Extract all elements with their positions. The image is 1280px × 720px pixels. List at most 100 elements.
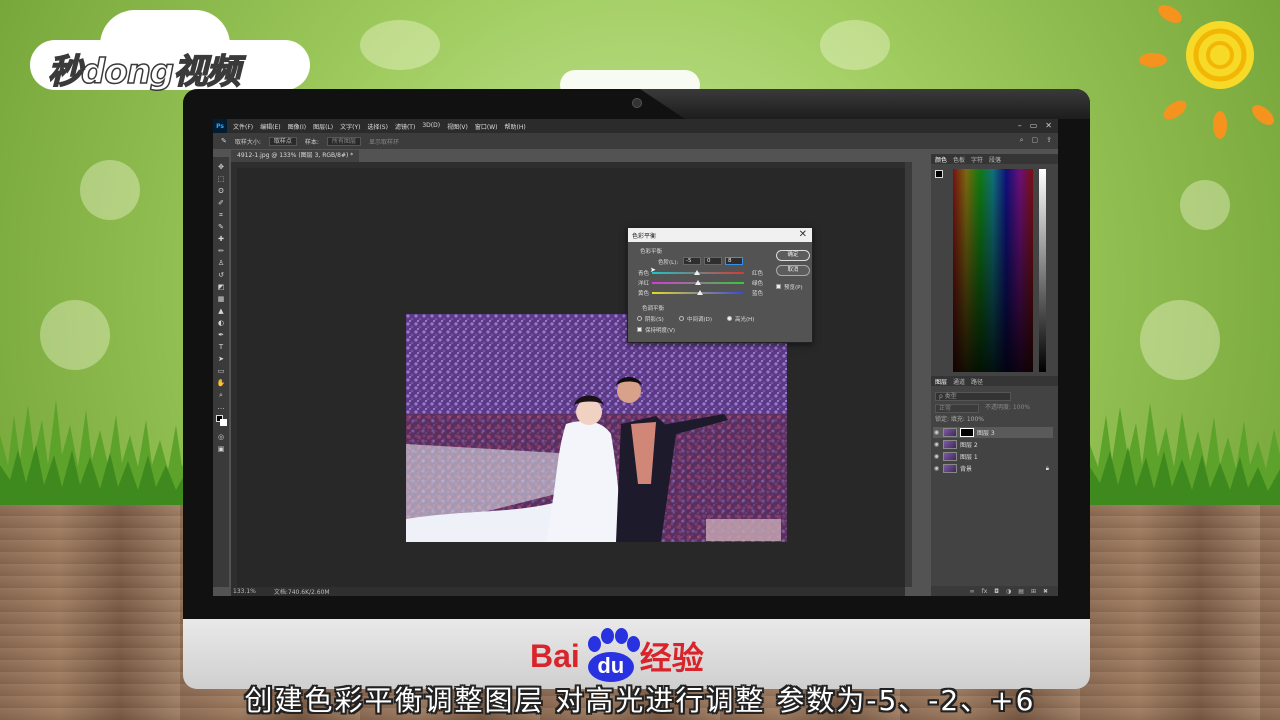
close-icon[interactable]: ✕ xyxy=(1045,121,1052,130)
visibility-eye-icon[interactable]: ◉ xyxy=(933,429,940,436)
tab-layers[interactable]: 图层 xyxy=(935,377,947,386)
menu-view[interactable]: 视图(V) xyxy=(447,122,468,131)
layer-opacity-field[interactable]: 不透明度: 100% xyxy=(985,404,1039,413)
eraser-tool-icon[interactable]: ◩ xyxy=(216,283,226,292)
ok-button[interactable]: 确定 xyxy=(776,250,810,261)
workspace-icon[interactable]: ▢ xyxy=(1032,136,1039,145)
visibility-eye-icon[interactable]: ◉ xyxy=(933,465,940,472)
history-brush-tool-icon[interactable]: ↺ xyxy=(216,271,226,280)
healing-tool-icon[interactable]: ✚ xyxy=(216,235,226,244)
blend-mode-select[interactable]: 正常 xyxy=(935,404,979,413)
gradient-tool-icon[interactable]: ▦ xyxy=(216,295,226,304)
menu-filter[interactable]: 滤镜(T) xyxy=(395,122,415,131)
visibility-eye-icon[interactable]: ◉ xyxy=(933,453,940,460)
link-layers-icon[interactable]: ∞ xyxy=(970,588,975,595)
menu-type[interactable]: 文字(Y) xyxy=(340,122,360,131)
cancel-button[interactable]: 取消 xyxy=(776,265,810,276)
stamp-tool-icon[interactable]: ♙ xyxy=(216,259,226,268)
tab-character[interactable]: 字符 xyxy=(971,155,983,164)
tab-channels[interactable]: 通道 xyxy=(953,377,965,386)
preserve-luminosity-label[interactable]: 保持明度(V) xyxy=(645,326,675,334)
tone-midtones-label[interactable]: 中间调(D) xyxy=(687,315,712,323)
zoom-tool-icon[interactable]: ⌕ xyxy=(216,391,226,400)
layer-row[interactable]: ◉ 图层 2 xyxy=(933,439,1053,450)
background-color-swatch[interactable] xyxy=(220,419,227,426)
shape-tool-icon[interactable]: ▭ xyxy=(216,367,226,376)
zoom-level[interactable]: 133.1% xyxy=(233,588,256,595)
layer-style-icon[interactable]: fx xyxy=(982,588,988,595)
menu-select[interactable]: 选择(S) xyxy=(367,122,388,131)
menu-file[interactable]: 文件(F) xyxy=(233,122,253,131)
blur-tool-icon[interactable]: ▲ xyxy=(216,307,226,316)
show-sampling-ring-checkbox[interactable]: 显示取样环 xyxy=(369,137,399,146)
trash-icon[interactable]: ✖ xyxy=(1043,588,1048,595)
eyedropper-tool-icon[interactable]: ✎ xyxy=(216,223,226,232)
wedding-photo xyxy=(406,314,787,542)
search-icon[interactable]: ⌕ xyxy=(1020,136,1024,145)
tone-midtones-radio[interactable] xyxy=(679,316,684,321)
document-info[interactable]: 文档:740.6K/2.60M xyxy=(274,587,330,596)
menu-window[interactable]: 窗口(W) xyxy=(475,122,498,131)
layer-filter-input[interactable]: ρ 类型 xyxy=(935,392,1011,401)
cyan-red-slider-thumb[interactable] xyxy=(694,270,700,275)
hand-tool-icon[interactable]: ✋ xyxy=(216,379,226,388)
sample-size-select[interactable]: 取样点 xyxy=(268,136,297,146)
dialog-close-icon[interactable]: ✕ xyxy=(799,229,807,240)
lasso-tool-icon[interactable]: ʘ xyxy=(216,187,226,196)
dodge-tool-icon[interactable]: ◐ xyxy=(216,319,226,328)
type-tool-icon[interactable]: T xyxy=(216,343,226,352)
quick-select-tool-icon[interactable]: ✐ xyxy=(216,199,226,208)
tab-swatches[interactable]: 色板 xyxy=(953,155,965,164)
adjustment-layer-icon[interactable]: ◑ xyxy=(1006,588,1011,595)
yellow-blue-slider-thumb[interactable] xyxy=(697,290,703,295)
quick-mask-icon[interactable]: ◎ xyxy=(216,433,226,442)
canvas-vertical-scrollbar[interactable] xyxy=(905,162,912,587)
screen-mode-icon[interactable]: ▣ xyxy=(216,445,226,454)
preserve-luminosity-checkbox[interactable] xyxy=(637,327,642,332)
new-group-icon[interactable]: ▤ xyxy=(1018,588,1024,595)
add-mask-icon[interactable]: ◘ xyxy=(994,588,999,595)
panel-foreground-swatch[interactable] xyxy=(935,170,943,178)
level-cyan-red-input[interactable]: -5 xyxy=(683,257,701,265)
tone-highlights-label[interactable]: 高光(H) xyxy=(735,315,754,323)
tab-color[interactable]: 颜色 xyxy=(935,155,947,164)
bokeh-light xyxy=(1140,300,1220,380)
more-tools-icon[interactable]: … xyxy=(216,403,226,412)
eyedropper-icon[interactable]: ✎ xyxy=(221,137,227,145)
layer-row[interactable]: ◉ 图层 3 xyxy=(933,427,1053,438)
level-magenta-green-input[interactable]: 0 xyxy=(704,257,722,265)
visibility-eye-icon[interactable]: ◉ xyxy=(933,441,940,448)
menu-help[interactable]: 帮助(H) xyxy=(505,122,526,131)
preview-label[interactable]: 预览(P) xyxy=(784,283,803,291)
tone-shadows-radio[interactable] xyxy=(637,316,642,321)
level-yellow-blue-input[interactable]: 8 xyxy=(725,257,743,265)
share-icon[interactable]: ⇪ xyxy=(1046,136,1052,145)
document-tab[interactable]: 4912-1.jpg @ 133% (图层 3, RGB/8#) * xyxy=(231,150,360,162)
marquee-tool-icon[interactable]: ⬚ xyxy=(216,175,226,184)
menu-edit[interactable]: 编辑(E) xyxy=(260,122,280,131)
menu-3d[interactable]: 3D(D) xyxy=(422,122,440,131)
path-select-tool-icon[interactable]: ➤ xyxy=(216,355,226,364)
tone-highlights-radio[interactable] xyxy=(727,316,732,321)
tab-paragraph[interactable]: 段落 xyxy=(989,155,1001,164)
layer-row[interactable]: ◉ 背景 🔒︎ xyxy=(933,463,1053,474)
sample-select[interactable]: 所有图层 xyxy=(326,136,361,146)
color-picker-field[interactable] xyxy=(953,169,1033,372)
layer-lock-row[interactable]: 锁定: 填充: 100% xyxy=(935,416,1055,425)
magenta-green-slider-thumb[interactable] xyxy=(695,280,701,285)
move-tool-icon[interactable]: ✥ xyxy=(216,163,226,172)
preview-checkbox[interactable] xyxy=(776,284,781,289)
minimize-icon[interactable]: – xyxy=(1018,121,1022,130)
tone-shadows-label[interactable]: 阴影(S) xyxy=(645,315,664,323)
color-slider[interactable] xyxy=(1039,169,1046,372)
new-layer-icon[interactable]: ⊞ xyxy=(1031,588,1036,595)
restore-icon[interactable]: ▭ xyxy=(1030,121,1038,130)
tab-paths[interactable]: 路径 xyxy=(971,377,983,386)
layer-row[interactable]: ◉ 图层 1 xyxy=(933,451,1053,462)
layer-mask-thumbnail[interactable] xyxy=(960,428,974,437)
menu-image[interactable]: 图像(I) xyxy=(288,122,306,131)
pen-tool-icon[interactable]: ✒ xyxy=(216,331,226,340)
menu-layer[interactable]: 图层(L) xyxy=(313,122,333,131)
brush-tool-icon[interactable]: ✏ xyxy=(216,247,226,256)
crop-tool-icon[interactable]: ⌗ xyxy=(216,211,226,220)
